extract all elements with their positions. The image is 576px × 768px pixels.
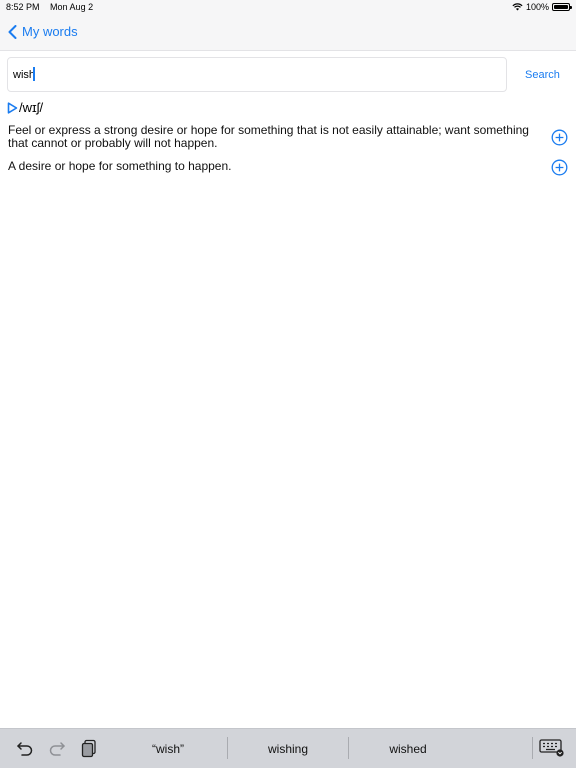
undo-icon[interactable] xyxy=(16,738,34,758)
suggestion-divider xyxy=(348,737,349,759)
keyboard-suggestion-bar: “wish” wishing wished xyxy=(0,728,576,768)
definition-text: Feel or express a strong desire or hope … xyxy=(8,123,529,150)
pronunciation-text: /wɪʃ/ xyxy=(19,100,44,115)
suggestion-item[interactable]: wishing xyxy=(233,742,343,756)
keyboard-dismiss-icon[interactable] xyxy=(539,739,565,757)
chevron-left-icon xyxy=(8,24,17,39)
suggestion-item[interactable]: “wish” xyxy=(113,742,223,756)
back-button[interactable]: My words xyxy=(8,24,78,39)
text-caret xyxy=(33,67,35,81)
nav-bar: My words xyxy=(0,14,576,51)
wifi-icon xyxy=(512,3,523,11)
suggestion-divider xyxy=(227,737,228,759)
status-date: Mon Aug 2 xyxy=(50,2,94,12)
back-button-label: My words xyxy=(22,24,78,39)
pronunciation-row: /wɪʃ/ xyxy=(7,100,43,115)
status-right: 100% xyxy=(512,2,572,12)
suggestion-divider xyxy=(532,737,533,759)
battery-percent: 100% xyxy=(525,2,549,12)
add-circle-icon[interactable] xyxy=(551,159,568,176)
status-time: 8:52 PM xyxy=(6,2,40,12)
add-circle-icon[interactable] xyxy=(551,129,568,146)
search-button[interactable]: Search xyxy=(525,69,560,81)
search-input[interactable] xyxy=(7,57,507,92)
play-icon[interactable] xyxy=(7,101,18,114)
paste-icon[interactable] xyxy=(80,738,98,758)
definition-text: A desire or hope for something to happen… xyxy=(8,159,232,173)
suggestion-item[interactable]: wished xyxy=(353,742,463,756)
redo-icon[interactable] xyxy=(48,738,66,758)
status-bar: 8:52 PM Mon Aug 2 100% xyxy=(0,0,576,14)
battery-icon xyxy=(552,3,572,11)
status-left: 8:52 PM Mon Aug 2 xyxy=(6,2,101,12)
